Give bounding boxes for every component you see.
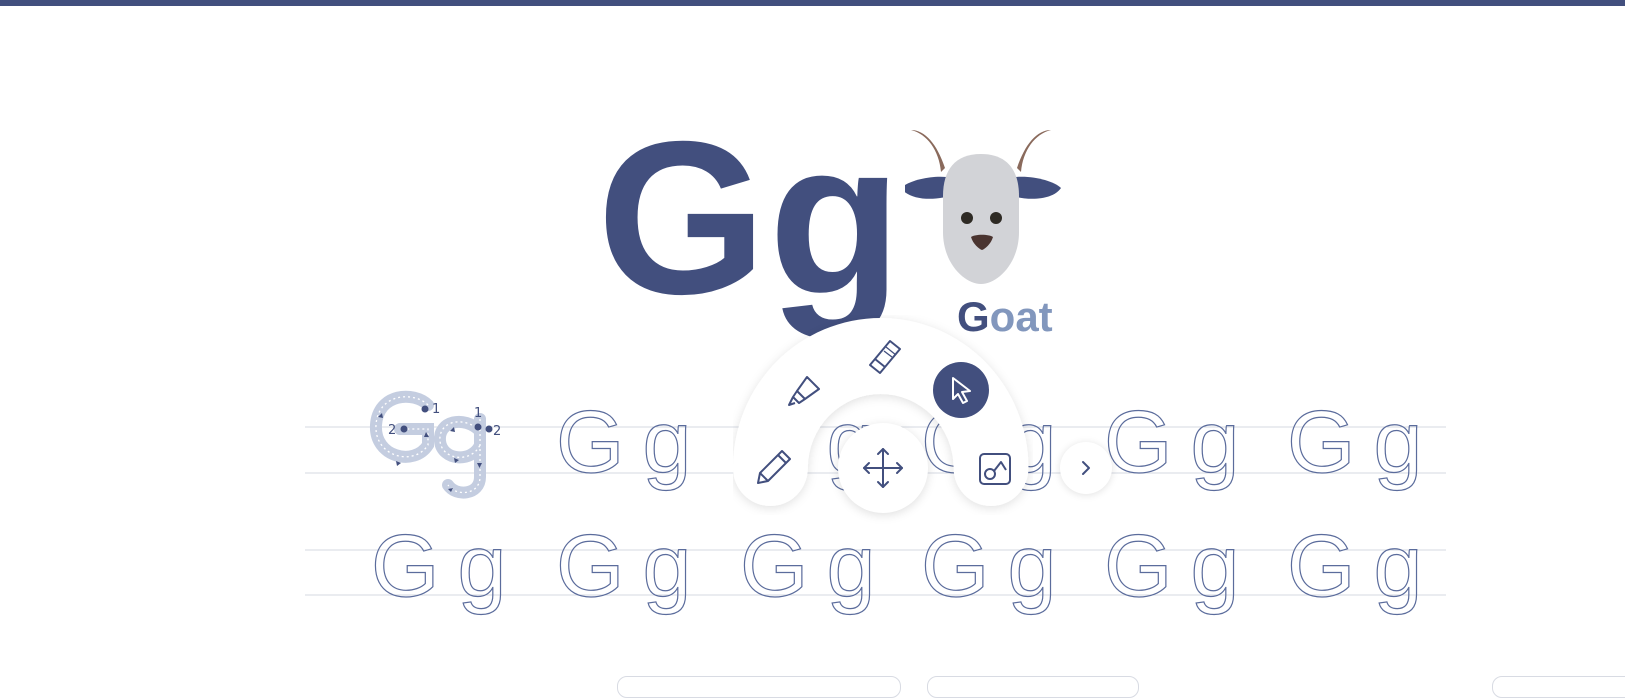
cursor-arrow-icon xyxy=(952,377,971,404)
chevron-right-icon xyxy=(1082,461,1090,475)
bottom-control[interactable] xyxy=(617,676,901,698)
select-tool-button[interactable] xyxy=(933,362,989,418)
trace-cell[interactable]: Gg xyxy=(555,521,709,610)
trace-cell[interactable]: Gg xyxy=(1286,397,1440,486)
bottom-control[interactable] xyxy=(1492,676,1625,698)
stroke-number: 2 xyxy=(388,423,396,438)
next-button[interactable] xyxy=(1060,442,1112,494)
shapes-tool-button[interactable] xyxy=(968,442,1022,496)
move-tool-button[interactable] xyxy=(838,423,928,513)
stroke-number: 1 xyxy=(432,402,440,417)
stroke-number: 1 xyxy=(474,406,482,421)
trace-cell[interactable]: Gg xyxy=(1286,521,1440,610)
stroke-number: 2 xyxy=(493,424,501,439)
trace-cell[interactable]: Gg xyxy=(1103,397,1257,486)
trace-cell[interactable]: Gg xyxy=(1103,521,1257,610)
trace-cell[interactable]: Gg xyxy=(920,521,1074,610)
trace-cell[interactable]: Gg xyxy=(555,397,709,486)
pencil-icon xyxy=(757,450,791,484)
eraser-tool-button[interactable] xyxy=(859,332,909,382)
marker-tool-button[interactable] xyxy=(780,366,830,416)
model-letters-with-stroke-order: 1 2 1 2 xyxy=(370,390,501,499)
shapes-icon xyxy=(979,453,1011,485)
trace-cell[interactable]: Gg xyxy=(739,521,893,610)
marker-icon xyxy=(788,376,820,406)
trace-cell[interactable]: Gg xyxy=(370,521,524,610)
bottom-control[interactable] xyxy=(927,676,1139,698)
move-arrows-icon xyxy=(863,448,903,488)
pencil-tool-button[interactable] xyxy=(749,442,799,492)
eraser-icon xyxy=(869,340,901,374)
